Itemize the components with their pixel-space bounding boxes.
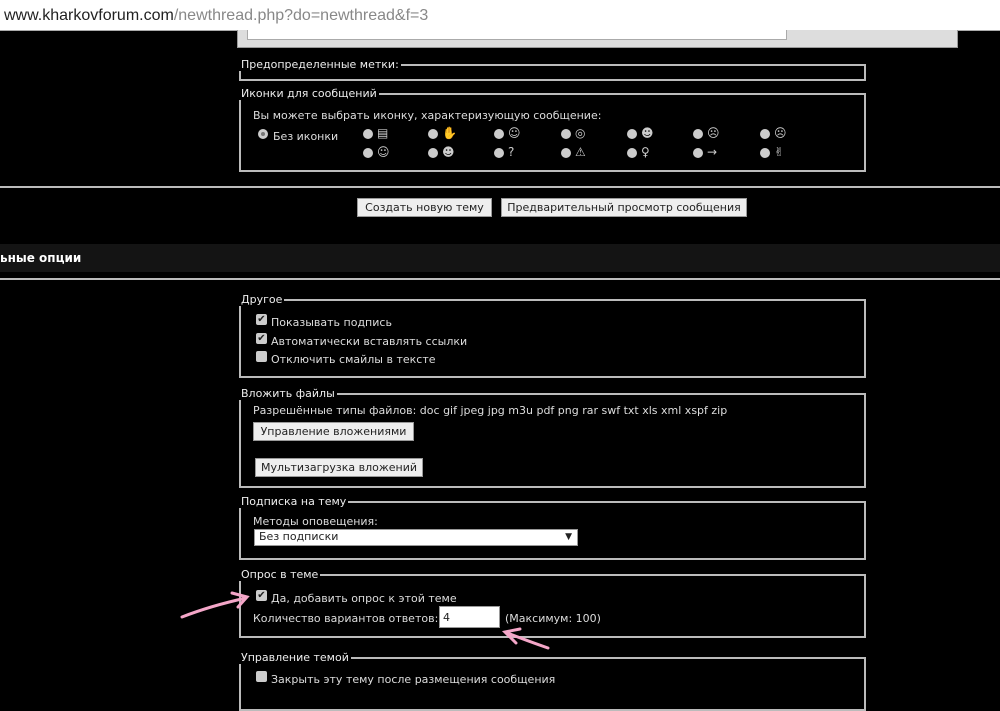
annotation-arrow-checkbox — [180, 591, 250, 619]
annotation-arrows — [180, 591, 550, 650]
annotation-arrow-input — [501, 627, 550, 650]
